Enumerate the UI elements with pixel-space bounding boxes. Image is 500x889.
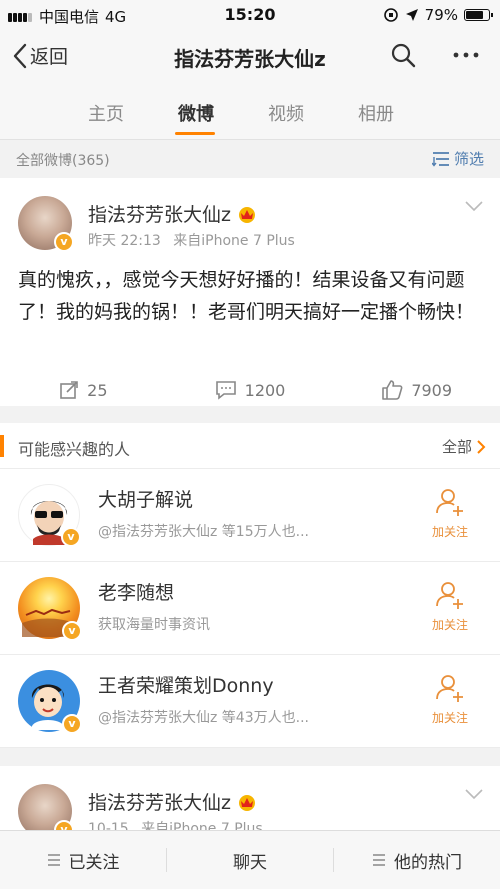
author-name: 指法芬芳张大仙z: [88, 792, 231, 814]
tab-album[interactable]: 相册: [331, 84, 421, 139]
hot-label: 他的热门: [394, 852, 462, 873]
person-row[interactable]: v 王者荣耀策划Donny @指法芬芳张大仙z 等43万人也... 加关注: [0, 655, 500, 748]
followed-button[interactable]: 已关注: [0, 848, 166, 873]
filter-row: 全部微博(365) 筛选: [0, 140, 500, 176]
follow-label: 加关注: [431, 618, 468, 632]
post-time: 10-15: [88, 821, 129, 830]
person-desc: @指法芬芳张大仙z 等43万人也...: [98, 710, 309, 726]
repost-button[interactable]: 25: [0, 376, 167, 404]
follow-label: 加关注: [431, 525, 468, 539]
chevron-down-icon[interactable]: [464, 200, 484, 212]
verified-badge-icon: v: [62, 714, 82, 734]
more-icon[interactable]: [452, 42, 480, 68]
follow-label: 加关注: [431, 711, 468, 725]
orientation-lock-icon: [383, 8, 398, 22]
tab-video[interactable]: 视频: [241, 84, 331, 139]
post-count: 全部微博(365): [16, 153, 110, 169]
person-name: 王者荣耀策划Donny: [98, 675, 274, 697]
verified-badge-icon: v: [54, 820, 74, 830]
follow-button[interactable]: 加关注: [428, 673, 472, 726]
location-icon: [405, 9, 418, 21]
person-row[interactable]: v 大胡子解说 @指法芬芳张大仙z 等15万人也... 加关注: [0, 469, 500, 562]
recommend-title: 可能感兴趣的人: [18, 440, 131, 459]
thumbs-up-icon: [382, 380, 403, 400]
bottom-toolbar: 已关注 聊天 他的热门: [0, 830, 500, 889]
avatar[interactable]: v: [18, 484, 81, 547]
nav-bar: 返回 指法芬芳张大仙z: [0, 30, 500, 84]
follow-button[interactable]: 加关注: [428, 487, 472, 540]
hot-posts-button[interactable]: 他的热门: [334, 848, 500, 873]
status-right: 79%: [383, 6, 493, 24]
post-card[interactable]: v 指法芬芳张大仙z 昨天 22:13 来自iPhone 7 Plus 真的愧疚…: [0, 178, 500, 406]
search-icon[interactable]: [390, 42, 416, 68]
post-card[interactable]: v 指法芬芳张大仙z 10-15 来自iPhone 7 Plus: [0, 766, 500, 830]
vip-crown-icon: [238, 794, 255, 811]
avatar[interactable]: v: [18, 670, 82, 734]
person-row[interactable]: v 老李随想 获取海量时事资讯 加关注: [0, 562, 500, 655]
menu-icon: [47, 854, 60, 866]
vip-crown-icon: [238, 206, 255, 223]
post-author[interactable]: 指法芬芳张大仙z: [88, 200, 257, 227]
avatar[interactable]: v: [18, 784, 74, 830]
chevron-left-icon: [13, 43, 27, 68]
battery-percent: 79%: [424, 6, 458, 24]
post-actions: 25 1200 7909: [0, 376, 500, 404]
add-user-icon: [436, 675, 463, 702]
verified-badge-icon: v: [61, 527, 81, 547]
filter-icon: [431, 151, 449, 167]
recommend-header: 可能感兴趣的人 全部: [0, 423, 500, 469]
like-button[interactable]: 7909: [333, 376, 500, 404]
comment-button[interactable]: 1200: [167, 376, 334, 404]
back-button[interactable]: 返回: [12, 42, 68, 69]
avatar[interactable]: v: [18, 577, 82, 641]
person-name: 老李随想: [98, 582, 175, 604]
verified-badge-icon: v: [54, 232, 74, 252]
author-name: 指法芬芳张大仙z: [88, 204, 231, 226]
person-desc: 获取海量时事资讯: [98, 617, 210, 633]
section-accent-bar: [0, 435, 4, 457]
add-user-icon: [436, 582, 463, 609]
post-text: 真的愧疚，，感觉今天想好好播的！结果设备又有问题了！我的妈我的锅！！老哥们明天搞…: [18, 269, 475, 323]
tab-weibo[interactable]: 微博: [151, 84, 241, 139]
post-author[interactable]: 指法芬芳张大仙z: [88, 788, 257, 815]
repost-count: 25: [87, 380, 108, 400]
menu-icon: [373, 854, 385, 866]
avatar[interactable]: v: [18, 196, 74, 252]
filter-label: 筛选: [453, 150, 484, 168]
post-source: 来自iPhone 7 Plus: [173, 233, 295, 249]
recommend-all-button[interactable]: 全部: [442, 436, 486, 457]
tab-home[interactable]: 主页: [61, 84, 151, 139]
post-meta: 昨天 22:13 来自iPhone 7 Plus: [88, 230, 295, 250]
chevron-down-icon[interactable]: [464, 788, 484, 800]
post-meta: 10-15 来自iPhone 7 Plus: [88, 818, 263, 830]
recommend-section: 可能感兴趣的人 全部 v 大胡子解说 @指法芬芳张大仙z 等15万人也... 加…: [0, 423, 500, 748]
comment-count: 1200: [244, 380, 286, 400]
followed-label: 已关注: [68, 852, 120, 873]
status-bar: 中国电信 4G 15:20 79%: [0, 0, 500, 30]
person-name: 大胡子解说: [98, 489, 194, 511]
like-count: 7909: [411, 380, 453, 400]
add-user-icon: [436, 489, 463, 516]
chevron-right-icon: [477, 439, 486, 454]
comment-icon: [215, 381, 236, 400]
filter-button[interactable]: 筛选: [431, 148, 484, 169]
recommend-all-label: 全部: [441, 438, 472, 456]
battery-icon: [464, 9, 493, 21]
repost-icon: [60, 381, 78, 399]
profile-tabs: 主页 微博 视频 相册: [0, 84, 500, 140]
nav-actions: [390, 42, 480, 68]
post-time: 昨天 22:13: [88, 233, 161, 249]
back-label: 返回: [30, 46, 69, 68]
person-desc: @指法芬芳张大仙z 等15万人也...: [98, 524, 309, 540]
verified-badge-icon: v: [62, 621, 82, 641]
chat-button[interactable]: 聊天: [167, 848, 333, 873]
chat-label: 聊天: [233, 852, 267, 873]
follow-button[interactable]: 加关注: [428, 580, 472, 633]
post-source: 来自iPhone 7 Plus: [141, 821, 263, 830]
